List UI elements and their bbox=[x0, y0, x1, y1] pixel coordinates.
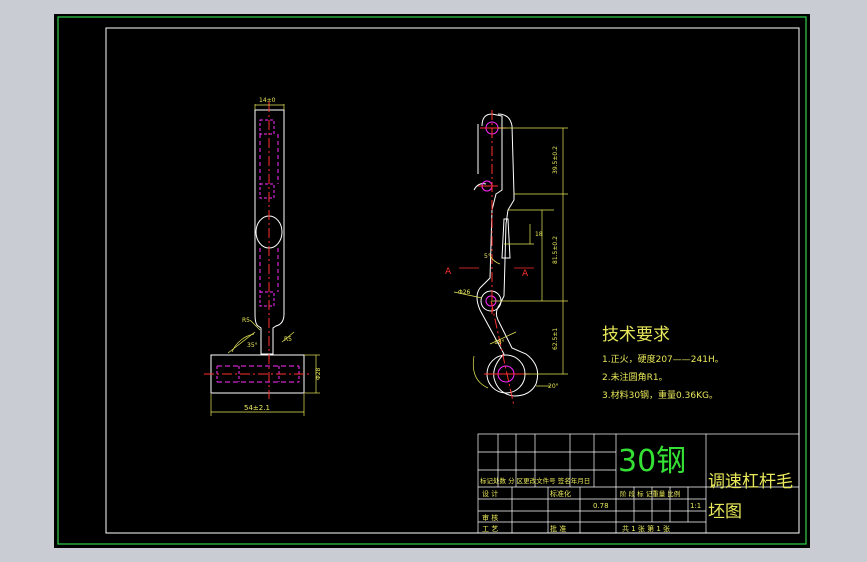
tb-review: 审 核 bbox=[482, 513, 498, 522]
dim-side-h1: 39.5±0.2 bbox=[552, 146, 559, 174]
tech-req-heading: 技术要求 bbox=[602, 325, 670, 345]
material-label: 30钢 bbox=[618, 444, 686, 479]
tb-process: 工 艺 bbox=[482, 525, 498, 533]
dim-side-h2: 81.5±0.2 bbox=[552, 236, 559, 264]
tb-approve: 批 准 bbox=[550, 524, 566, 533]
dim-r-left: R5 bbox=[242, 317, 250, 324]
tb-scale: 1:1 bbox=[690, 502, 701, 510]
drawing-title-line1: 调速杠杆毛 bbox=[708, 472, 793, 492]
dim-angle-bottom: 20° bbox=[548, 383, 559, 390]
tech-req-item2: 2.未注圆角R1。 bbox=[602, 371, 668, 383]
tech-req-item1: 1.正火，硬度207——241H。 bbox=[602, 353, 724, 365]
dim-boss-height: Φ28 bbox=[315, 367, 322, 380]
tb-weight: 0.78 bbox=[593, 502, 609, 510]
section-label-left: A bbox=[445, 267, 452, 277]
dim-angle-mid: 18° bbox=[494, 339, 505, 346]
outer-frame bbox=[57, 16, 807, 545]
hole-top-hidden bbox=[259, 119, 275, 135]
side-view bbox=[453, 110, 568, 407]
tech-req-item3: 3.材料30钢，重量0.36KG。 bbox=[602, 389, 718, 401]
inner-border bbox=[105, 27, 800, 534]
cad-viewport: 14±0 54±2.1 Φ28 R5 R5 35° 39.5±0.2 81.5±… bbox=[54, 14, 810, 548]
hole-mid-hidden bbox=[259, 183, 275, 199]
dim-small-h: 18 bbox=[535, 231, 543, 238]
dim-angle-left: 35° bbox=[247, 342, 258, 349]
dim-bottom-width: 54±2.1 bbox=[244, 404, 270, 412]
drawing-title-line2: 坯图 bbox=[708, 502, 742, 522]
drawing-canvas: 14±0 54±2.1 Φ28 R5 R5 35° 39.5±0.2 81.5±… bbox=[57, 16, 807, 545]
tb-standardize: 标准化 bbox=[550, 489, 571, 498]
dim-r-right: R5 bbox=[284, 336, 292, 343]
tb-sheet-info: 共 1 张 第 1 张 bbox=[622, 524, 670, 533]
hole-low-hidden bbox=[259, 291, 275, 307]
section-label-right: A bbox=[522, 269, 529, 279]
tb-stage-labels: 阶 段 标 记重量 比例 bbox=[620, 489, 680, 498]
dim-angle-side: 5° bbox=[484, 253, 491, 260]
tb-design: 设 计 bbox=[482, 489, 498, 498]
front-view bbox=[204, 102, 320, 416]
dim-side-h3: 62.5±1 bbox=[552, 328, 559, 350]
tb-row-markers: 标记处数 分 区更改文件号 签名年月日 bbox=[480, 476, 590, 485]
dim-top-width: 14±0 bbox=[259, 97, 276, 104]
dim-hole-dia: Φ26 bbox=[458, 289, 471, 296]
